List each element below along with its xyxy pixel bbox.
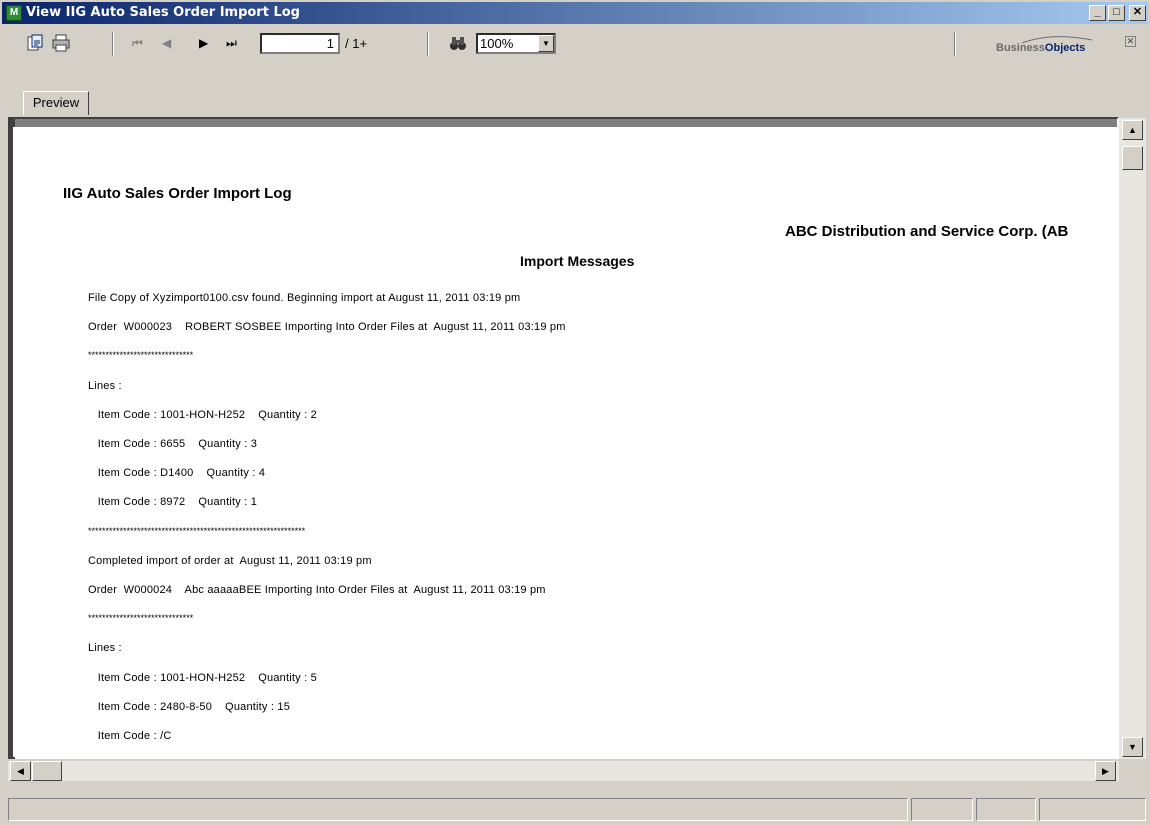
scroll-down-button[interactable]: ▼: [1122, 737, 1143, 757]
businessobjects-logo: BusinessObjects: [992, 34, 1112, 60]
log-line: Item Code : 1001-HON-H252 Quantity : 2: [88, 408, 317, 421]
log-line: ******************************: [88, 350, 194, 361]
logo-suffix: Objects: [1044, 42, 1086, 54]
report-subtitle: Import Messages: [520, 253, 635, 269]
log-line: Item Code : D1400 Quantity : 4: [88, 467, 266, 480]
window-title: View IIG Auto Sales Order Import Log: [26, 5, 300, 20]
log-line: Order W000024 Abc aaaaaBEE Importing Int…: [88, 584, 546, 596]
log-line: Order W000023 ROBERT SOSBEE Importing In…: [88, 321, 566, 334]
log-line: ****************************************…: [88, 525, 306, 536]
first-page-button[interactable]: ⏮: [132, 36, 143, 51]
log-line: Lines :: [88, 642, 122, 655]
log-line: Item Code : 8972 Quantity : 1: [88, 496, 258, 509]
hscroll-thumb[interactable]: [32, 761, 62, 781]
export-icon[interactable]: [26, 34, 44, 52]
log-line: Item Code : 1001-HON-H252 Quantity : 5: [88, 671, 317, 684]
minimize-button[interactable]: _: [1089, 5, 1106, 21]
horizontal-scrollbar[interactable]: ◀ ▶: [8, 761, 1119, 781]
status-pane-main: [8, 798, 908, 821]
report-viewer-window: M View IIG Auto Sales Order Import Log _…: [0, 0, 1150, 825]
logo-text: BusinessObjects: [996, 42, 1085, 54]
log-line: Completed import of order at August 11, …: [88, 554, 372, 567]
title-bar[interactable]: M View IIG Auto Sales Order Import Log _…: [2, 2, 1148, 24]
report-title: IIG Auto Sales Order Import Log: [63, 185, 292, 202]
toolbar: ⏮ ◀ ▶ ⏭ 1 / 1+ 100% ▼ BusinessObjects ✕: [2, 26, 1148, 62]
report-page: IIG Auto Sales Order Import Log ABC Dist…: [13, 127, 1117, 757]
scroll-up-button[interactable]: ▲: [1122, 120, 1143, 140]
tab-preview[interactable]: Preview: [23, 91, 89, 115]
toolbar-separator: [112, 32, 114, 56]
logo-prefix: Business: [996, 42, 1045, 54]
logo-close-icon[interactable]: ✕: [1125, 36, 1136, 47]
zoom-value: 100%: [480, 36, 514, 51]
company-name: ABC Distribution and Service Corp. (AB: [785, 223, 1069, 240]
close-button[interactable]: ✕: [1129, 5, 1146, 21]
log-line: Item Code : 2480-8-50 Quantity : 15: [88, 700, 291, 713]
log-line: Item Code : /C: [88, 730, 172, 742]
vertical-scrollbar[interactable]: ▲ ▼: [1119, 118, 1146, 759]
print-icon[interactable]: [52, 34, 70, 52]
status-pane-4: [1039, 798, 1146, 821]
scroll-thumb[interactable]: [1122, 146, 1143, 170]
status-pane-2: [911, 798, 973, 821]
chevron-down-icon[interactable]: ▼: [538, 35, 554, 52]
window-controls: _ □ ✕: [1089, 5, 1146, 21]
prev-page-button[interactable]: ◀: [162, 36, 171, 50]
binoculars-icon[interactable]: [449, 34, 467, 52]
log-line: Item Code : 6655 Quantity : 3: [88, 438, 258, 450]
last-page-button[interactable]: ⏭: [226, 36, 237, 51]
toolbar-separator: [954, 32, 956, 56]
scroll-right-button[interactable]: ▶: [1095, 761, 1116, 781]
status-bar: [2, 794, 1148, 823]
log-line: ******************************: [88, 613, 194, 624]
next-page-button[interactable]: ▶: [199, 36, 208, 50]
log-line: File Copy of Xyzimport0100.csv found. Be…: [88, 292, 521, 304]
scroll-left-button[interactable]: ◀: [10, 761, 31, 781]
log-line: Lines :: [88, 379, 122, 392]
page-total-label: / 1+: [345, 36, 368, 51]
app-icon: M: [6, 5, 22, 21]
page-number-input[interactable]: 1: [260, 33, 340, 54]
zoom-dropdown[interactable]: 100% ▼: [476, 33, 556, 54]
maximize-button[interactable]: □: [1108, 5, 1125, 21]
toolbar-separator: [427, 32, 429, 56]
status-pane-3: [976, 798, 1036, 821]
